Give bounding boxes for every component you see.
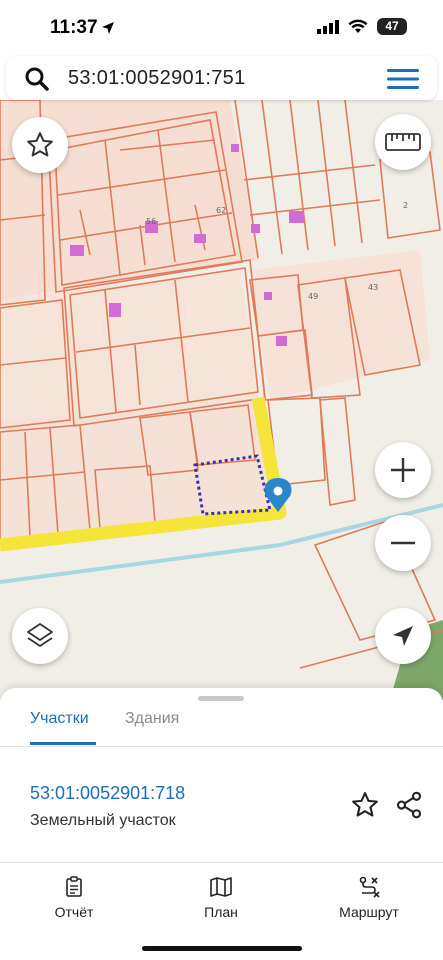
minus-icon	[391, 541, 415, 545]
house-number: 49	[308, 292, 318, 301]
cadastral-map[interactable]: 56 62 2 49 43	[0, 100, 443, 700]
bottom-sheet: Участки Здания 53:01:0052901:718 Земельн…	[0, 688, 443, 960]
favorite-map-button[interactable]	[12, 117, 68, 173]
status-time: 11:37	[50, 17, 98, 38]
house-number: 43	[368, 283, 378, 292]
house-number: 56	[146, 217, 156, 226]
signal-icon	[317, 19, 339, 34]
search-bar[interactable]: 53:01:0052901:751	[6, 56, 437, 100]
wifi-icon	[348, 19, 368, 33]
active-tab-indicator	[30, 742, 96, 745]
report-label: Отчёт	[54, 904, 94, 920]
battery-icon: 47	[377, 18, 407, 35]
search-input[interactable]: 53:01:0052901:751	[68, 67, 246, 90]
search-icon[interactable]	[24, 66, 50, 92]
divider	[0, 746, 443, 747]
report-button[interactable]: Отчёт	[19, 876, 129, 920]
status-bar: 11:37 47	[0, 0, 443, 56]
sheet-handle[interactable]	[198, 696, 244, 701]
report-icon	[66, 876, 82, 897]
star-icon	[27, 132, 53, 157]
ruler-button[interactable]	[375, 114, 431, 170]
divider	[0, 862, 443, 863]
location-arrow-icon	[102, 22, 114, 34]
layers-button[interactable]	[12, 608, 68, 664]
my-location-button[interactable]	[375, 608, 431, 664]
layers-icon	[27, 623, 53, 647]
map-view[interactable]: 56 62 2 49 43	[0, 100, 443, 700]
plan-label: План	[204, 904, 238, 920]
menu-icon[interactable]	[387, 68, 419, 90]
star-icon[interactable]	[350, 790, 380, 820]
house-number: 2	[403, 201, 408, 210]
ruler-icon	[385, 133, 421, 151]
map-icon	[210, 877, 232, 897]
plus-icon	[391, 458, 415, 482]
status-indicators: 47	[317, 18, 407, 35]
home-indicator	[142, 946, 302, 951]
zoom-in-button[interactable]	[375, 442, 431, 498]
navigate-icon	[393, 626, 413, 646]
tab-buildings[interactable]: Здания	[125, 710, 179, 728]
plan-button[interactable]: План	[166, 876, 276, 920]
route-icon	[359, 876, 380, 898]
route-label: Маршрут	[339, 904, 399, 920]
tab-parcels[interactable]: Участки	[30, 710, 89, 728]
parcel-number-link[interactable]: 53:01:0052901:718	[30, 783, 185, 804]
zoom-out-button[interactable]	[375, 515, 431, 571]
share-icon[interactable]	[394, 790, 424, 820]
house-number: 62	[216, 206, 226, 215]
route-button[interactable]: Маршрут	[314, 876, 424, 920]
parcel-type: Земельный участок	[30, 812, 176, 829]
